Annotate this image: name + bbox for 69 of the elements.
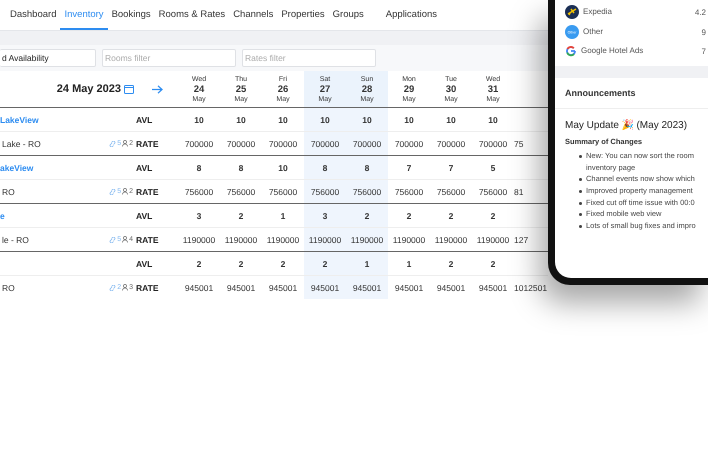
rate-cell[interactable]: 945001 xyxy=(304,275,346,299)
bullet-icon xyxy=(579,202,582,204)
bullet-icon xyxy=(579,213,582,216)
person-icon xyxy=(122,236,128,243)
nav-tab[interactable]: Rooms & Rates xyxy=(154,9,230,30)
rate-cell[interactable]: 81 xyxy=(514,186,524,196)
row-label: RATE xyxy=(136,282,159,292)
rate-cell[interactable]: 756000 xyxy=(304,179,346,203)
availability-cell[interactable]: 8 xyxy=(346,155,388,179)
link-icon xyxy=(109,236,116,242)
row-label: AVL xyxy=(136,114,152,124)
rooms-filter-field[interactable]: Rooms filter xyxy=(102,49,236,67)
rate-cell[interactable]: 945001 xyxy=(346,275,388,299)
person-icon xyxy=(122,140,128,147)
row-label: AVL xyxy=(136,162,152,172)
availability-cell[interactable]: 10 xyxy=(346,107,388,131)
link-icon xyxy=(109,140,116,146)
row-label: RATE xyxy=(136,186,159,196)
person-icon xyxy=(122,284,128,291)
rate-name: RO xyxy=(1,282,15,292)
rate-cell[interactable]: 700000 xyxy=(304,131,346,155)
rate-cell[interactable]: 1190000 xyxy=(346,227,388,251)
row-label: AVL xyxy=(136,210,152,220)
rates-filter-field[interactable]: Rates filter xyxy=(242,49,376,67)
channel-value: 9 xyxy=(702,28,707,36)
calendar-icon[interactable] xyxy=(124,84,134,94)
availability-cell[interactable]: 1 xyxy=(346,251,388,275)
arrow-right-icon[interactable] xyxy=(152,84,162,94)
row-label: RATE xyxy=(136,234,159,244)
rate-name: RO xyxy=(1,186,15,196)
rate-cell[interactable]: 1190000 xyxy=(304,227,346,251)
availability-cell[interactable]: 2 xyxy=(304,251,346,275)
rate-cell[interactable]: 1012501 xyxy=(514,282,548,292)
rate-cell[interactable]: 756000 xyxy=(346,179,388,203)
rate-cell[interactable]: 75 xyxy=(514,138,524,148)
rate-name: Lake - RO xyxy=(1,138,41,148)
nav-tab[interactable]: Properties xyxy=(277,9,329,30)
google-g-icon xyxy=(565,45,577,57)
nav-tab[interactable]: Groups xyxy=(328,9,368,30)
announcements-title: Announcements xyxy=(555,78,708,109)
bullet-icon xyxy=(579,224,582,228)
bullet-icon xyxy=(579,178,582,182)
channel-value: 4.2 xyxy=(694,8,707,16)
row-label: RATE xyxy=(136,138,159,148)
availability-cell[interactable]: 8 xyxy=(304,155,346,179)
rate-cell[interactable]: 700000 xyxy=(346,131,388,155)
bullet-icon xyxy=(579,190,582,193)
update-title: May Update 🎉 (May 2023) xyxy=(564,118,688,133)
nav-tab[interactable]: Channels xyxy=(229,9,278,30)
link-icon xyxy=(109,188,116,194)
availability-cell[interactable]: 2 xyxy=(346,203,388,227)
airplane-logo-icon xyxy=(565,5,579,19)
link-icon xyxy=(109,284,116,290)
channel-name: Other xyxy=(583,26,604,38)
channel-name: Expedia xyxy=(583,6,613,18)
row-label: AVL xyxy=(136,258,152,268)
rate-cell[interactable]: 127 xyxy=(514,234,528,244)
view-select[interactable]: d Availability xyxy=(0,49,96,67)
availability-cell[interactable]: 10 xyxy=(304,107,346,131)
channel-value: 7 xyxy=(702,46,707,56)
channel-name: Google Hotel Ads xyxy=(581,45,644,57)
date-label: 24 May 2023 xyxy=(56,83,121,95)
nav-tab[interactable]: Applications xyxy=(382,9,442,30)
bullet-icon xyxy=(579,155,582,158)
availability-cell[interactable]: 3 xyxy=(304,203,346,227)
rate-name: le - RO xyxy=(1,234,29,244)
person-icon xyxy=(122,188,128,195)
nav-tab[interactable]: Dashboard xyxy=(6,9,60,30)
nav-tab[interactable]: Bookings xyxy=(108,9,155,30)
